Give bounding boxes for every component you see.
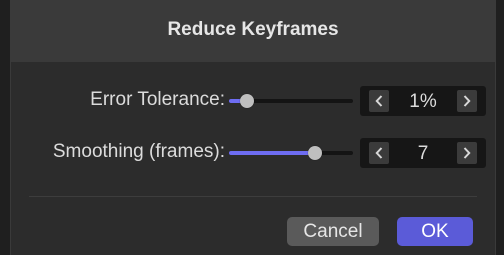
error-tolerance-value[interactable]: 1% <box>390 91 456 113</box>
chevron-left-icon <box>375 95 383 107</box>
divider <box>29 196 477 197</box>
error-tolerance-label: Error Tolerance: <box>90 89 225 110</box>
slider-fill <box>229 151 316 155</box>
error-tolerance-slider[interactable] <box>229 94 353 108</box>
slider-knob[interactable] <box>240 94 254 108</box>
chevron-left-icon <box>375 147 383 159</box>
smoothing-row: Smoothing (frames): 7 <box>11 138 495 168</box>
error-tolerance-decrement-button[interactable] <box>369 90 389 112</box>
smoothing-slider[interactable] <box>229 146 353 160</box>
slider-knob[interactable] <box>308 146 323 160</box>
smoothing-label: Smoothing (frames): <box>52 141 225 162</box>
error-tolerance-stepper: 1% <box>360 86 486 116</box>
error-tolerance-row: Error Tolerance: 1% <box>11 86 495 116</box>
chevron-right-icon <box>463 147 471 159</box>
dialog-title: Reduce Keyframes <box>167 19 339 40</box>
smoothing-value[interactable]: 7 <box>390 143 456 165</box>
smoothing-stepper: 7 <box>360 138 486 168</box>
chevron-right-icon <box>463 95 471 107</box>
title-bar: Reduce Keyframes <box>11 0 495 62</box>
smoothing-increment-button[interactable] <box>457 142 477 164</box>
reduce-keyframes-dialog: Reduce Keyframes Error Tolerance: 1% Smo… <box>10 0 496 255</box>
error-tolerance-increment-button[interactable] <box>457 90 477 112</box>
smoothing-decrement-button[interactable] <box>369 142 389 164</box>
ok-button[interactable]: OK <box>397 217 473 246</box>
cancel-button[interactable]: Cancel <box>287 217 379 246</box>
